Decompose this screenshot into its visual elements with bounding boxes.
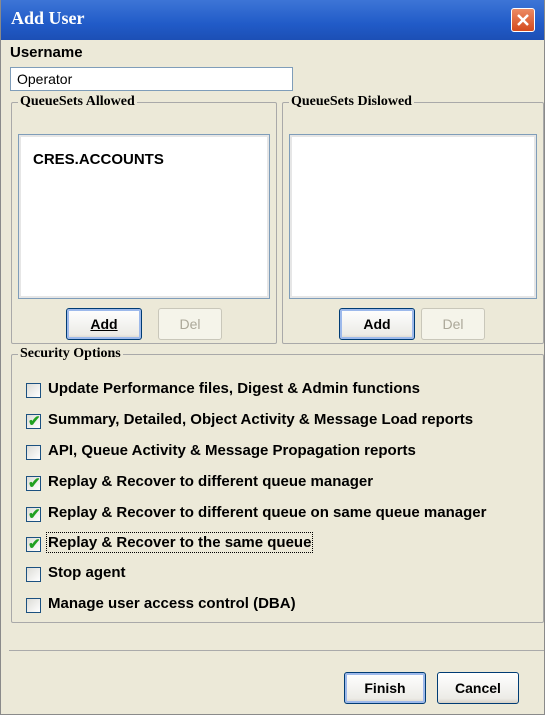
add-user-dialog: Add User Username QueueSets Allowed CRES… <box>0 0 545 715</box>
queuesets-allowed-legend: QueueSets Allowed <box>20 94 135 109</box>
cancel-label: Cancel <box>455 680 501 696</box>
option-label-2[interactable]: API, Queue Activity & Message Propagatio… <box>48 442 416 459</box>
close-button[interactable] <box>511 8 535 32</box>
window-title: Add User <box>11 8 85 28</box>
option-checkbox-1[interactable]: ✔ <box>26 413 41 430</box>
checkmark-icon: ✔ <box>28 536 41 553</box>
queuesets-allowed-group: QueueSets Allowed CRES.ACCOUNTS Add Del <box>11 94 277 344</box>
username-label: Username <box>10 44 83 61</box>
option-checkbox-2[interactable] <box>26 445 41 460</box>
allowed-add-button[interactable]: Add <box>66 308 142 340</box>
finish-label: Finish <box>364 680 406 696</box>
disallowed-del-button[interactable]: Del <box>421 308 485 340</box>
close-icon <box>517 14 529 26</box>
option-checkbox-0[interactable] <box>26 383 41 398</box>
option-label-0[interactable]: Update Performance files, Digest & Admin… <box>48 380 420 397</box>
disallowed-add-label: Add <box>363 316 391 332</box>
option-checkbox-5[interactable]: ✔ <box>26 536 41 553</box>
queuesets-disallowed-legend: QueueSets Dislowed <box>291 94 412 109</box>
option-label-1[interactable]: Summary, Detailed, Object Activity & Mes… <box>48 411 473 428</box>
option-label-3[interactable]: Replay & Recover to different queue mana… <box>48 473 373 490</box>
option-checkbox-7[interactable] <box>26 598 41 613</box>
checkmark-icon: ✔ <box>28 506 41 523</box>
queuesets-disallowed-group: QueueSets Dislowed Add Del <box>282 94 544 344</box>
checkmark-icon: ✔ <box>28 475 41 492</box>
checkmark-icon: ✔ <box>28 413 41 430</box>
finish-button[interactable]: Finish <box>344 672 426 704</box>
cancel-button[interactable]: Cancel <box>437 672 519 704</box>
allowed-del-button[interactable]: Del <box>158 308 222 340</box>
allowed-del-label: Del <box>179 316 201 332</box>
option-label-5[interactable]: Replay & Recover to the same queue <box>45 532 314 553</box>
security-options-legend: Security Options <box>20 346 121 361</box>
disallowed-del-label: Del <box>442 316 464 332</box>
queuesets-disallowed-list[interactable] <box>289 134 537 299</box>
queuesets-allowed-list[interactable]: CRES.ACCOUNTS <box>18 134 270 299</box>
option-checkbox-6[interactable] <box>26 567 41 582</box>
option-label-6[interactable]: Stop agent <box>48 564 126 581</box>
option-checkbox-4[interactable]: ✔ <box>26 506 41 523</box>
allowed-add-label: Add <box>90 316 118 332</box>
title-bar[interactable]: Add User <box>1 0 544 40</box>
option-checkbox-3[interactable]: ✔ <box>26 475 41 492</box>
option-label-4[interactable]: Replay & Recover to different queue on s… <box>48 504 486 521</box>
option-label-7[interactable]: Manage user access control (DBA) <box>48 595 296 612</box>
disallowed-add-button[interactable]: Add <box>339 308 415 340</box>
footer-divider <box>9 650 544 651</box>
username-label-text: Username <box>10 44 83 61</box>
list-item[interactable]: CRES.ACCOUNTS <box>33 151 164 168</box>
username-input[interactable] <box>10 67 293 91</box>
